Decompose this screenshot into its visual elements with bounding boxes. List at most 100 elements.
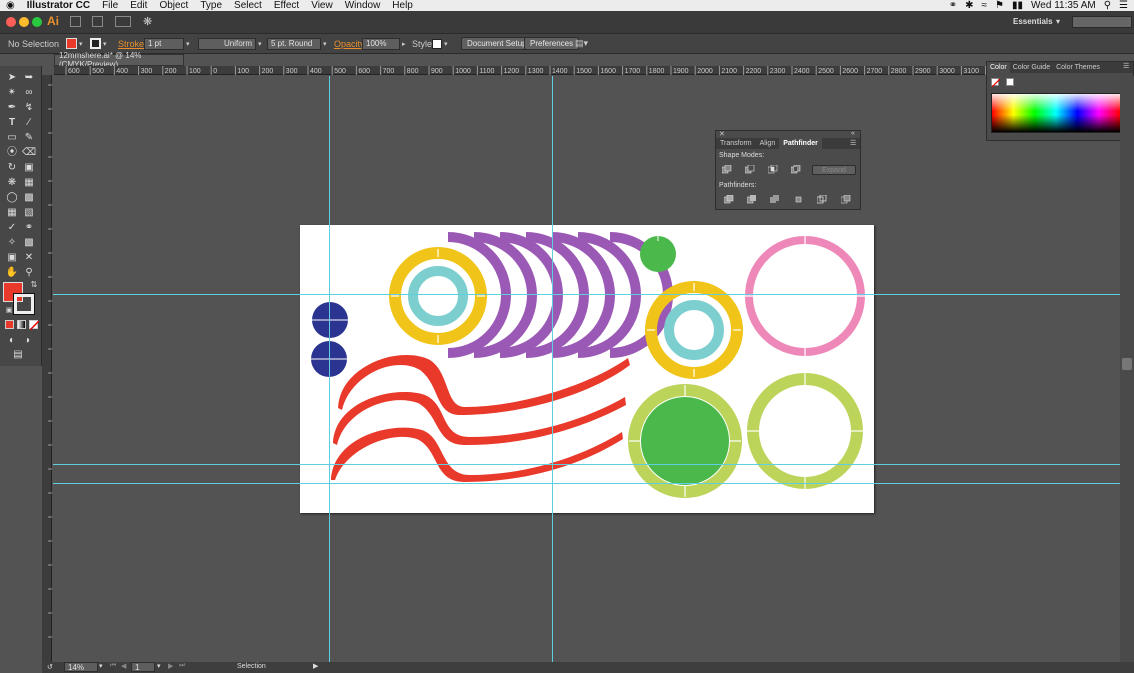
magic-wand-tool-icon[interactable]: ✴ bbox=[5, 86, 19, 100]
menu-edit[interactable]: Edit bbox=[124, 0, 153, 11]
gpu-performance-icon[interactable]: ❋ bbox=[143, 15, 152, 28]
zoom-level-field[interactable]: 14% bbox=[64, 662, 98, 672]
crop-icon[interactable] bbox=[794, 195, 804, 204]
artboard-chevron-icon[interactable]: ▾ bbox=[157, 662, 161, 670]
panel-menu-icon[interactable]: ☰ bbox=[850, 139, 856, 147]
app-menu[interactable]: Illustrator CC bbox=[21, 0, 96, 11]
arrange-documents-icon[interactable] bbox=[115, 16, 131, 27]
workspace-chevron-icon[interactable]: ▾ bbox=[1056, 17, 1060, 26]
bridge-icon[interactable] bbox=[70, 16, 81, 27]
default-fill-stroke-icon[interactable]: ▣ bbox=[2, 304, 16, 318]
white-swatch[interactable] bbox=[1006, 78, 1014, 86]
stroke-weight-chevron-icon[interactable]: ▾ bbox=[186, 40, 190, 48]
vertical-ruler[interactable] bbox=[42, 75, 52, 665]
gradient-mode-button[interactable] bbox=[17, 320, 26, 329]
paintbrush-tool-icon[interactable]: ✎ bbox=[22, 131, 36, 145]
menu-view[interactable]: View bbox=[305, 0, 339, 11]
stock-icon[interactable] bbox=[92, 16, 103, 27]
shaper-tool-icon[interactable]: ⦿ bbox=[5, 146, 19, 160]
opacity-arrow-icon[interactable]: ▸ bbox=[402, 40, 406, 48]
horizontal-ruler[interactable]: 600 500 400 300 200 100 0 100 200 300 400 500 600 700… bbox=[54, 66, 999, 75]
trim-icon[interactable] bbox=[747, 195, 757, 204]
zoom-chevron-icon[interactable]: ▾ bbox=[99, 662, 103, 670]
type-tool-icon[interactable]: T bbox=[5, 116, 19, 130]
stroke-profile-select[interactable]: Uniform bbox=[198, 37, 256, 50]
zoom-window-button[interactable] bbox=[32, 17, 42, 27]
last-artboard-icon[interactable]: ⏭ bbox=[179, 662, 185, 670]
fill-color-control[interactable]: ▾ bbox=[66, 37, 83, 50]
rotate-view-icon[interactable]: ↺ bbox=[47, 663, 53, 671]
perspective-grid-tool-icon[interactable]: ▩ bbox=[22, 191, 36, 205]
hand-tool-icon[interactable]: ✋ bbox=[5, 266, 19, 280]
fill-chevron-icon[interactable]: ▾ bbox=[79, 40, 83, 48]
divide-icon[interactable] bbox=[724, 195, 734, 204]
workspace-switcher[interactable]: Essentials bbox=[1013, 17, 1053, 26]
stroke-weight-field[interactable]: 1 pt bbox=[144, 37, 184, 50]
artboard-tool-icon[interactable]: ▣ bbox=[5, 251, 19, 265]
bluetooth-icon[interactable]: ✱ bbox=[965, 0, 973, 11]
arrange-icon[interactable]: ▤▾ bbox=[575, 37, 588, 50]
vertical-scroll-thumb[interactable] bbox=[1122, 358, 1132, 370]
stroke-swatch[interactable] bbox=[90, 38, 101, 49]
menu-type[interactable]: Type bbox=[194, 0, 228, 11]
close-panel-icon[interactable]: ✕ bbox=[719, 130, 725, 138]
creative-cloud-icon[interactable]: ⚭ bbox=[949, 0, 957, 11]
menu-effect[interactable]: Effect bbox=[268, 0, 305, 11]
line-tool-icon[interactable]: ∕ bbox=[22, 116, 36, 130]
rectangle-tool-icon[interactable]: ▭ bbox=[5, 131, 19, 145]
battery-icon[interactable]: ▮▮ bbox=[1012, 0, 1023, 11]
stroke-label[interactable]: Stroke: bbox=[118, 37, 147, 50]
merge-icon[interactable] bbox=[770, 195, 780, 204]
tab-transform[interactable]: Transform bbox=[716, 138, 756, 149]
notification-center-icon[interactable]: ☰ bbox=[1119, 0, 1128, 11]
close-window-button[interactable] bbox=[6, 17, 16, 27]
status-menu-arrow-icon[interactable]: ▶ bbox=[313, 662, 318, 670]
vertical-guide[interactable] bbox=[329, 76, 330, 662]
tab-pathfinder[interactable]: Pathfinder bbox=[779, 138, 822, 149]
rotate-tool-icon[interactable]: ↻ bbox=[5, 161, 19, 175]
color-spectrum-picker[interactable] bbox=[991, 93, 1121, 133]
slice-tool-icon[interactable]: ✕ bbox=[22, 251, 36, 265]
spotlight-icon[interactable]: ⚲ bbox=[1104, 0, 1111, 11]
previous-artboard-icon[interactable]: ◀ bbox=[121, 662, 126, 670]
brush-definition-select[interactable]: 5 pt. Round bbox=[267, 37, 321, 50]
apple-menu-icon[interactable]: ◉ bbox=[0, 0, 21, 11]
style-chevron-icon[interactable]: ▾ bbox=[444, 40, 448, 48]
menu-window[interactable]: Window bbox=[339, 0, 387, 11]
symbol-sprayer-tool-icon[interactable]: ✧ bbox=[5, 236, 19, 250]
document-setup-button[interactable]: Document Setup bbox=[461, 37, 533, 50]
tab-color[interactable]: Color bbox=[987, 62, 1010, 73]
stroke-profile-chevron-icon[interactable]: ▾ bbox=[258, 40, 262, 48]
graphic-style-swatch[interactable] bbox=[432, 38, 442, 49]
vertical-guide[interactable] bbox=[552, 76, 553, 662]
vertical-scrollbar[interactable] bbox=[1120, 76, 1134, 662]
panel-menu-icon[interactable]: ☰ bbox=[1123, 62, 1129, 70]
shape-builder-tool-icon[interactable]: ◯ bbox=[5, 191, 19, 205]
first-artboard-icon[interactable]: ⏮ bbox=[110, 662, 116, 670]
artboard-number-field[interactable]: 1 bbox=[131, 662, 155, 672]
artboard[interactable] bbox=[300, 225, 874, 513]
scale-tool-icon[interactable]: ▣ bbox=[22, 161, 36, 175]
intersect-icon[interactable] bbox=[768, 165, 778, 174]
expand-button[interactable]: Expand bbox=[812, 165, 856, 175]
none-swatch[interactable] bbox=[991, 78, 1001, 88]
column-graph-tool-icon[interactable]: ▩ bbox=[22, 236, 36, 250]
tab-align[interactable]: Align bbox=[756, 138, 780, 149]
minimize-window-button[interactable] bbox=[19, 17, 29, 27]
draw-behind-icon[interactable]: ◑ bbox=[20, 334, 34, 348]
selection-tool-icon[interactable]: ➤ bbox=[5, 71, 19, 85]
minus-front-icon[interactable] bbox=[745, 165, 755, 174]
document-tab[interactable]: 12mmshere.ai* @ 14% (CMYK/Preview) bbox=[54, 51, 184, 69]
mesh-tool-icon[interactable]: ▦ bbox=[5, 206, 19, 220]
horizontal-guide[interactable] bbox=[53, 483, 1134, 484]
current-tool-status[interactable]: Selection bbox=[237, 663, 266, 670]
blend-tool-icon[interactable]: ⚭ bbox=[22, 221, 36, 235]
horizontal-guide[interactable] bbox=[53, 294, 1134, 295]
fill-swatch[interactable] bbox=[66, 38, 77, 49]
next-artboard-icon[interactable]: ▶ bbox=[168, 662, 173, 670]
minus-back-icon[interactable] bbox=[841, 195, 851, 204]
menu-select[interactable]: Select bbox=[228, 0, 268, 11]
brush-chevron-icon[interactable]: ▾ bbox=[323, 40, 327, 48]
collapse-panel-icon[interactable]: « bbox=[851, 130, 855, 137]
draw-mode-icon[interactable]: ◐ bbox=[5, 334, 19, 348]
